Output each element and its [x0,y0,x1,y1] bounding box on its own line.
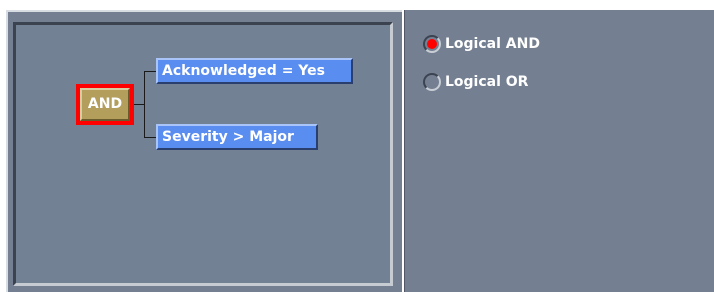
connector-branch-1 [144,71,156,72]
condition-label: Severity > Major [162,129,294,145]
radio-button-selected[interactable] [423,35,441,53]
filter-tree-canvas: AND Acknowledged = Yes Severity > Major [13,22,393,286]
radio-button[interactable] [423,73,441,91]
connector-vertical [144,71,145,138]
radio-label: Logical AND [445,36,540,52]
logic-options-panel: Logical AND Logical OR [404,10,714,292]
radio-logical-and[interactable]: Logical AND [423,33,540,55]
tree-panel: AND Acknowledged = Yes Severity > Major [6,10,402,292]
condition-node-severity[interactable]: Severity > Major [156,124,318,150]
connector-stub [134,104,144,105]
connector-branch-2 [144,137,156,138]
condition-node-acknowledged[interactable]: Acknowledged = Yes [156,58,353,84]
operator-node-label: AND [80,88,130,121]
operator-node-and[interactable]: AND [76,84,134,125]
condition-label: Acknowledged = Yes [162,63,325,79]
radio-logical-or[interactable]: Logical OR [423,71,528,93]
radio-label: Logical OR [445,74,529,90]
filter-editor: AND Acknowledged = Yes Severity > Major … [0,0,714,292]
